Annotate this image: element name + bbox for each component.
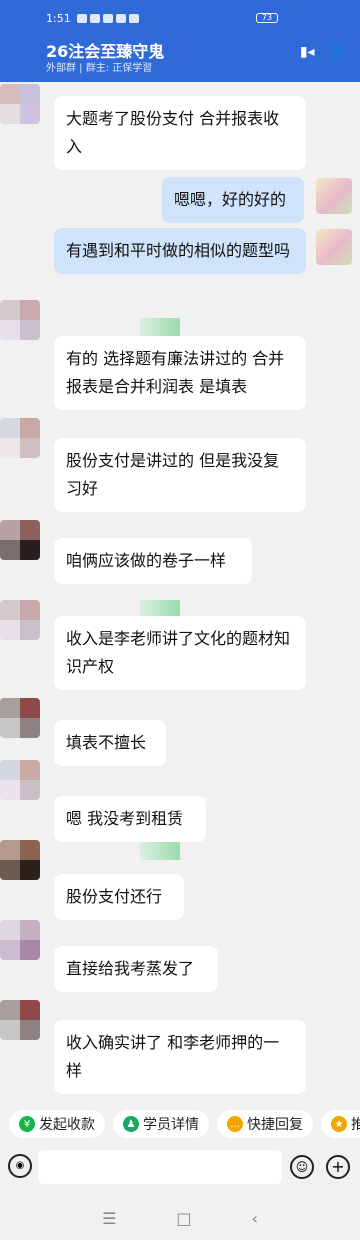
message-bubble[interactable]: 股份支付还行 <box>54 874 184 920</box>
quick-actions-bar: ¥ 发起收款 ♟ 学员详情 … 快捷回复 ★ 推荐 <box>0 1104 360 1144</box>
avatar[interactable] <box>0 84 40 124</box>
group-subtitle: 外部群 | 群主: 正保学習 <box>46 63 153 74</box>
action-start-payment[interactable]: ¥ 发起收款 <box>9 1110 105 1138</box>
action-student-details[interactable]: ♟ 学员详情 <box>113 1110 209 1138</box>
emoji-icon[interactable]: ☺ <box>290 1155 314 1179</box>
action-label: 推荐 <box>351 1117 360 1133</box>
system-navbar: ☰ □ ‹ <box>0 1196 360 1240</box>
action-recommend[interactable]: ★ 推荐 <box>321 1110 360 1138</box>
action-quick-reply[interactable]: … 快捷回复 <box>217 1110 313 1138</box>
message-bubble-self[interactable]: 有遇到和平时做的相似的题型吗 <box>54 228 306 274</box>
message-bubble[interactable]: 咱俩应该做的卷子一样 <box>54 538 252 584</box>
voice-icon[interactable]: ◉ <box>8 1154 32 1178</box>
my-avatar[interactable] <box>316 178 352 214</box>
menu-icon[interactable]: ☰ <box>102 1209 116 1228</box>
avatar[interactable] <box>0 520 40 560</box>
action-label: 学员详情 <box>143 1117 199 1133</box>
battery-icon: 73 <box>256 13 278 23</box>
home-icon[interactable]: □ <box>176 1209 191 1228</box>
status-bar: 1:51 <box>46 12 139 25</box>
avatar[interactable] <box>0 760 40 800</box>
avatar[interactable] <box>0 300 40 340</box>
blurred-name <box>140 842 180 860</box>
message-list: 大题考了股份支付 合并报表收入 嗯嗯，好的好的 有遇到和平时做的相似的题型吗 有… <box>0 82 360 1100</box>
action-label: 发起收款 <box>39 1117 95 1133</box>
avatar[interactable] <box>0 1000 40 1040</box>
user-detail-icon: ♟ <box>123 1116 139 1132</box>
back-icon[interactable]: ‹ <box>252 1209 258 1228</box>
recommend-icon: ★ <box>331 1116 347 1132</box>
avatar[interactable] <box>0 418 40 458</box>
avatar[interactable] <box>0 600 40 640</box>
notification-icons <box>76 14 139 23</box>
avatar[interactable] <box>0 920 40 960</box>
avatar[interactable] <box>0 840 40 880</box>
blurred-name <box>140 318 180 336</box>
input-bar: ◉ ☺ + <box>0 1146 360 1190</box>
message-input[interactable] <box>38 1150 282 1184</box>
message-bubble[interactable]: 嗯 我没考到租赁 <box>54 796 206 842</box>
call-icon[interactable]: ▮◂ <box>300 44 315 60</box>
quick-reply-icon: … <box>227 1116 243 1132</box>
message-bubble[interactable]: 大题考了股份支付 合并报表收入 <box>54 96 306 170</box>
message-bubble[interactable]: 直接给我考蒸发了 <box>54 946 218 992</box>
plus-icon[interactable]: + <box>326 1155 350 1179</box>
status-time: 1:51 <box>46 12 71 25</box>
my-avatar[interactable] <box>316 229 352 265</box>
message-bubble[interactable]: 有的 选择题有廉法讲过的 合并报表是合并利润表 是填表 <box>54 336 306 410</box>
action-label: 快捷回复 <box>247 1117 303 1133</box>
avatar[interactable] <box>0 698 40 738</box>
message-bubble[interactable]: 收入是李老师讲了文化的题材知识产权 <box>54 616 306 690</box>
group-members-icon[interactable]: 👤 <box>329 44 346 60</box>
message-bubble-self[interactable]: 嗯嗯，好的好的 <box>162 177 304 223</box>
message-bubble[interactable]: 收入确实讲了 和李老师押的一样 <box>54 1020 306 1094</box>
chat-header: 1:51 73 26注会至臻守鬼 外部群 | 群主: 正保学習 ▮◂ 👤 <box>0 0 360 82</box>
message-bubble[interactable]: 股份支付是讲过的 但是我没复习好 <box>54 438 306 512</box>
payment-icon: ¥ <box>19 1116 35 1132</box>
message-bubble[interactable]: 填表不擅长 <box>54 720 166 766</box>
